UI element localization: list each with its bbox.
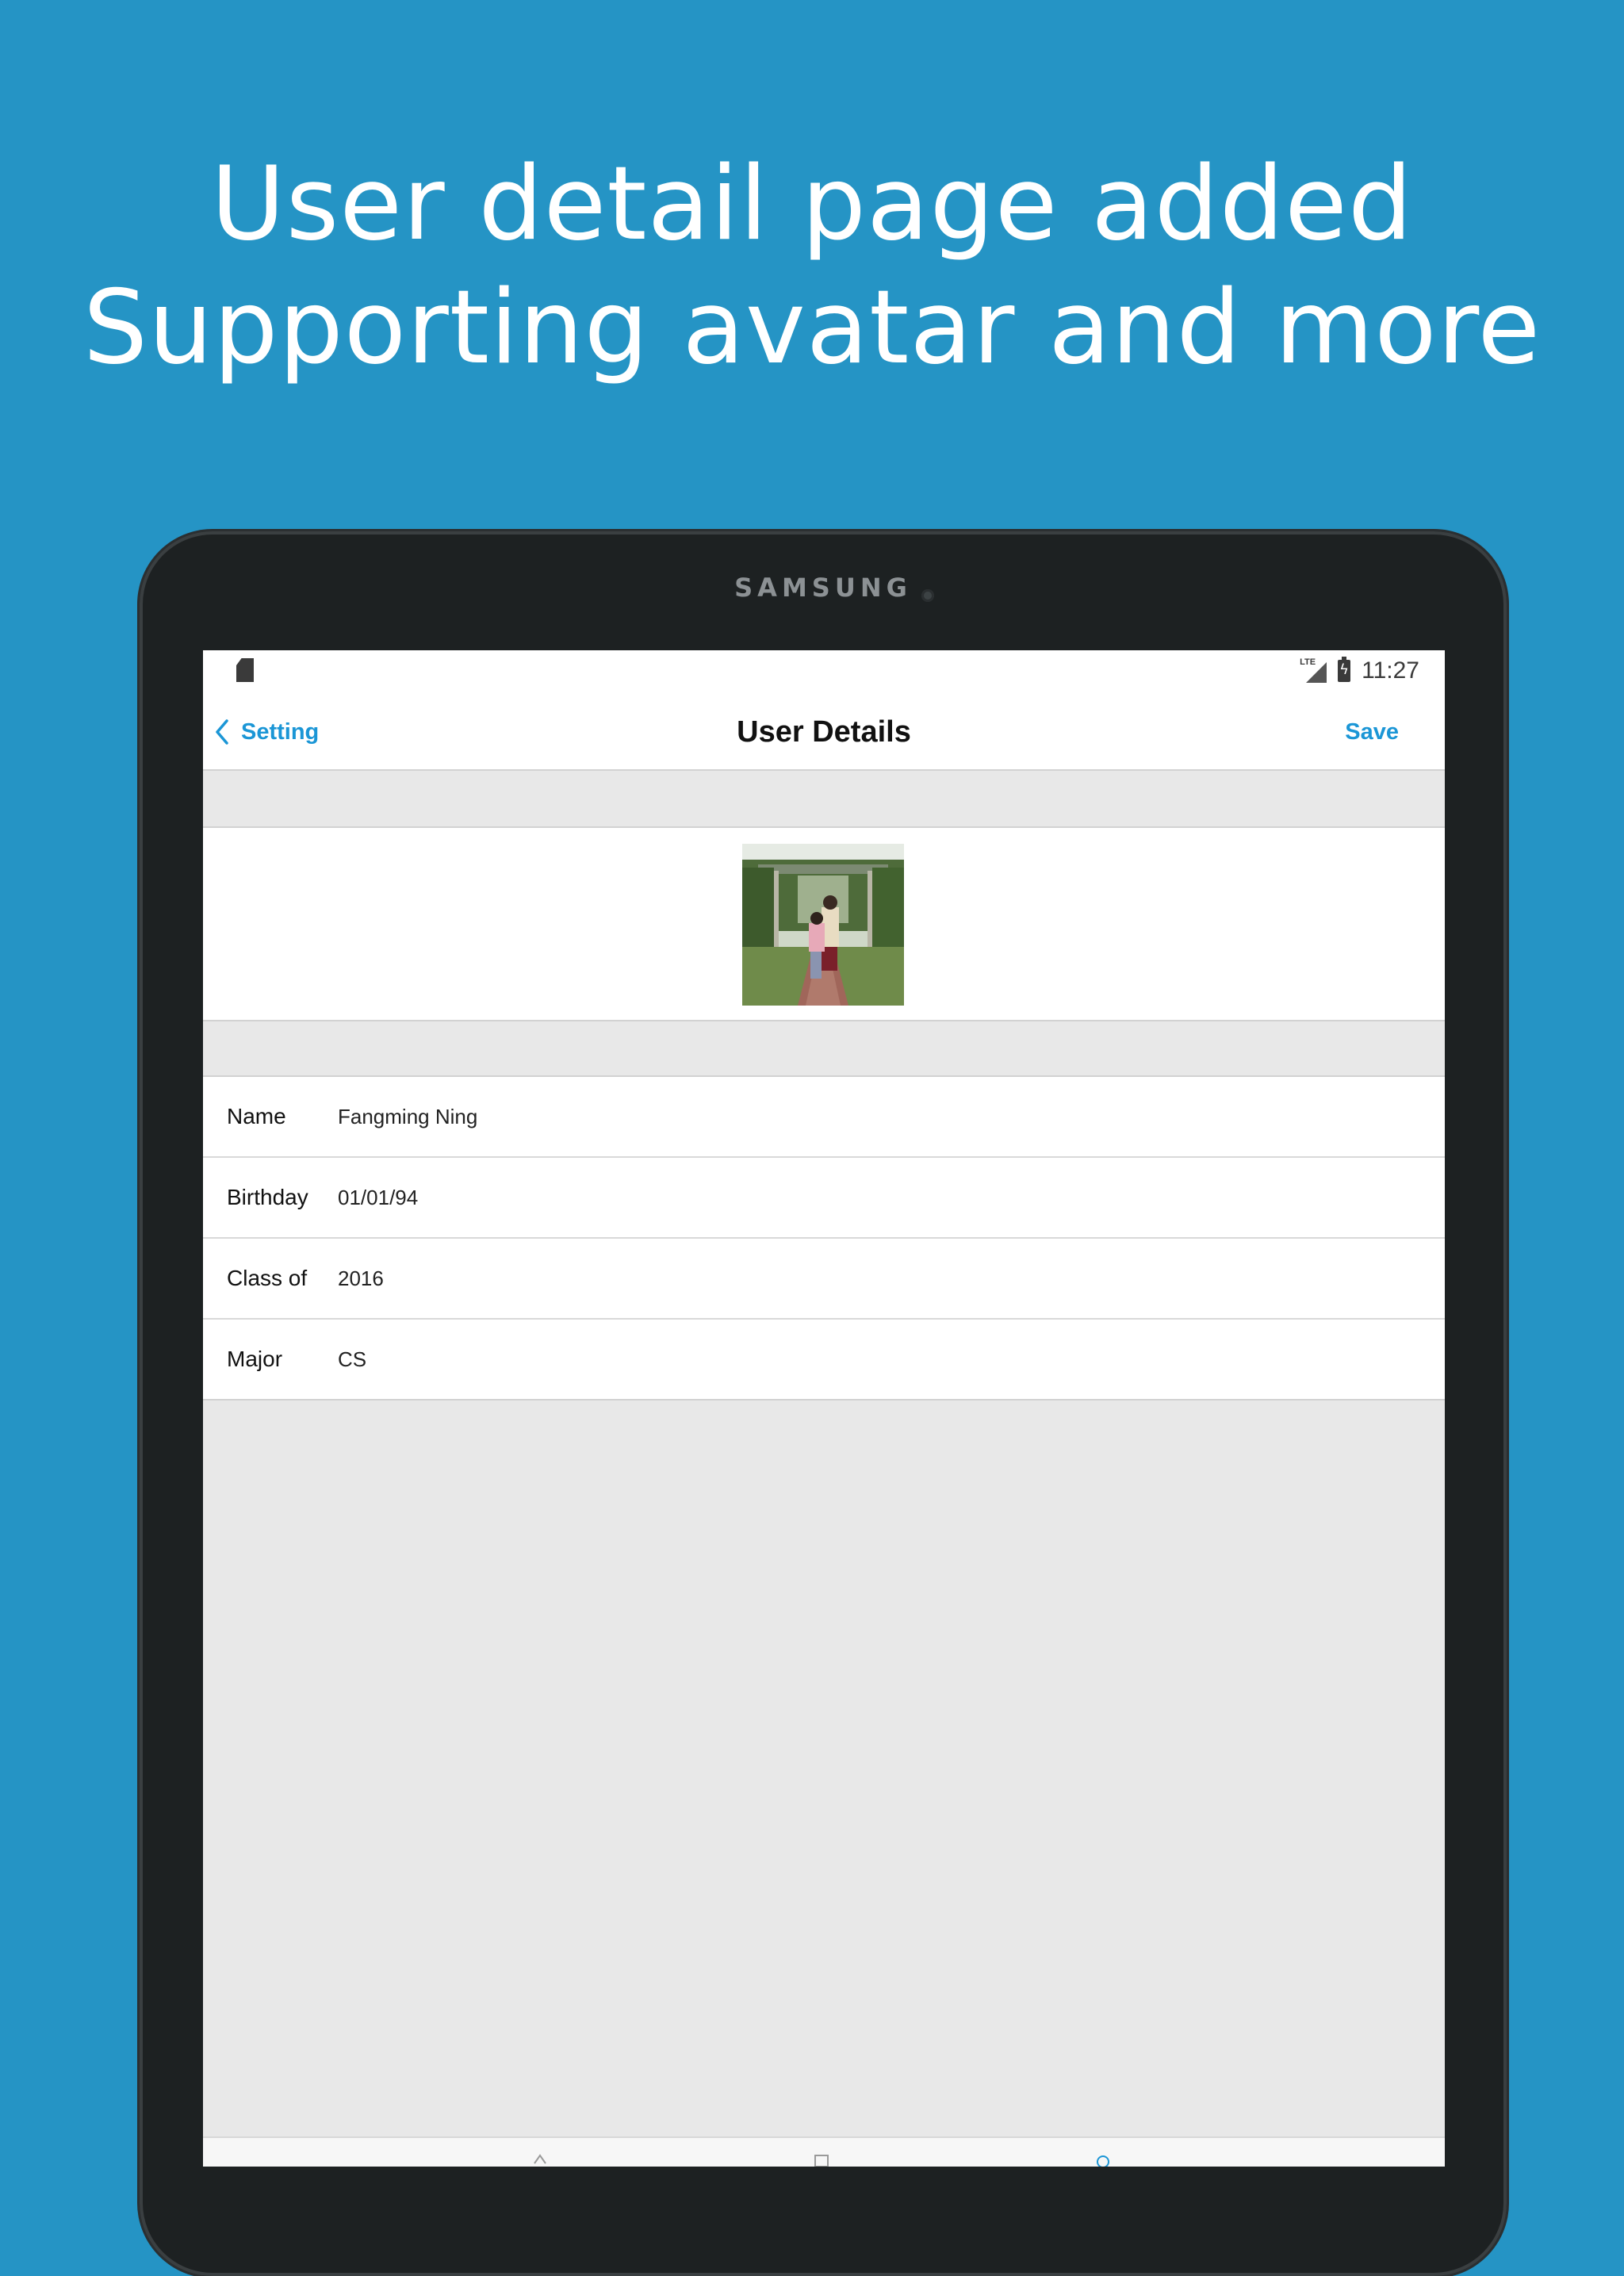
form-row-class-of: Class of 2016: [203, 1239, 1445, 1320]
status-time: 11:27: [1362, 657, 1419, 684]
sd-card-icon: [236, 658, 254, 682]
avatar[interactable]: [742, 844, 904, 1006]
front-camera: [921, 589, 934, 602]
name-label: Name: [227, 1104, 286, 1128]
save-button[interactable]: Save: [1345, 695, 1399, 769]
birthday-label: Birthday: [227, 1185, 308, 1209]
tab-home-icon[interactable]: [528, 2152, 552, 2167]
avatar-photo: [742, 844, 904, 1006]
tab-bar: [203, 2136, 1445, 2167]
avatar-section: [203, 826, 1445, 1021]
signal-icon: LTE: [1300, 657, 1327, 684]
headline-line-1: User detail page added: [210, 145, 1414, 263]
headline-line-2: Supporting avatar and more: [82, 269, 1542, 387]
birthday-field[interactable]: 01/01/94: [338, 1158, 1429, 1237]
class-of-label: Class of: [227, 1266, 308, 1290]
app-screen: LTE 11:27 Setting User Details Save: [203, 650, 1445, 2167]
name-field[interactable]: Fangming Ning: [338, 1077, 1429, 1156]
navigation-bar: Setting User Details Save: [203, 695, 1445, 771]
status-icons: LTE 11:27: [1300, 655, 1419, 687]
battery-charging-icon: [1338, 657, 1351, 682]
major-field[interactable]: CS: [338, 1320, 1429, 1399]
class-of-field[interactable]: 2016: [338, 1239, 1429, 1318]
promo-headline: User detail page added Supporting avatar…: [0, 143, 1624, 390]
form-row-birthday: Birthday 01/01/94: [203, 1158, 1445, 1239]
tab-settings-icon[interactable]: [1091, 2152, 1115, 2167]
device-brand: SAMSUNG: [734, 573, 912, 603]
form-row-name: Name Fangming Ning: [203, 1077, 1445, 1158]
user-details-form: Name Fangming Ning Birthday 01/01/94 Cla…: [203, 1075, 1445, 1400]
tab-list-icon[interactable]: [810, 2152, 833, 2167]
major-label: Major: [227, 1347, 283, 1371]
form-row-major: Major CS: [203, 1320, 1445, 1399]
status-bar: LTE 11:27: [203, 650, 1445, 695]
page-title: User Details: [737, 715, 911, 749]
